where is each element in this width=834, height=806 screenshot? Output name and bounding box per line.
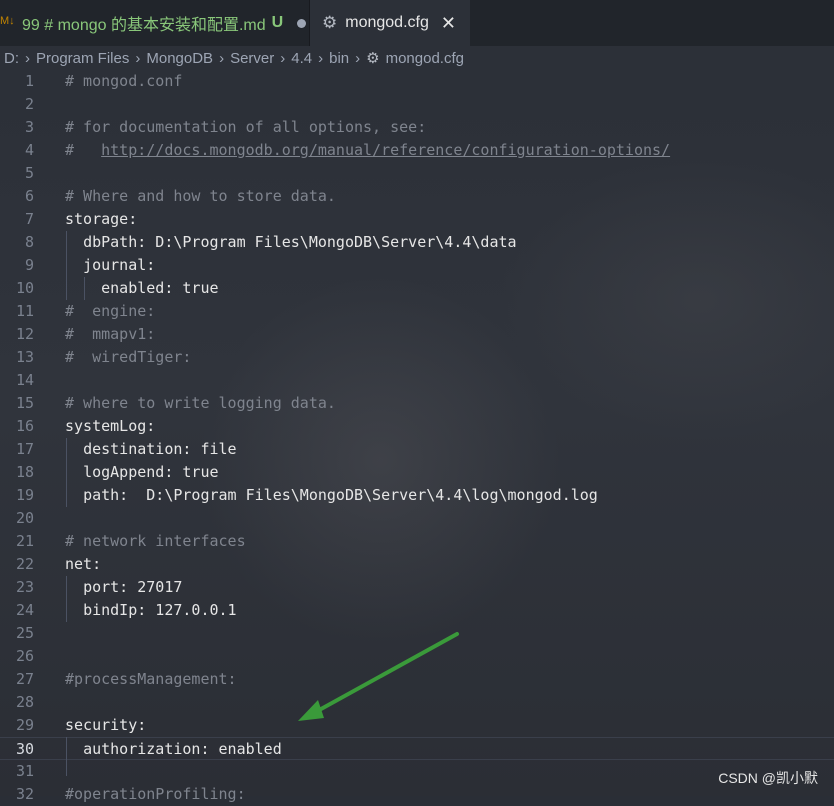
annotation-arrow bbox=[298, 632, 459, 721]
watermark: CSDN @凯小默 bbox=[718, 770, 818, 786]
